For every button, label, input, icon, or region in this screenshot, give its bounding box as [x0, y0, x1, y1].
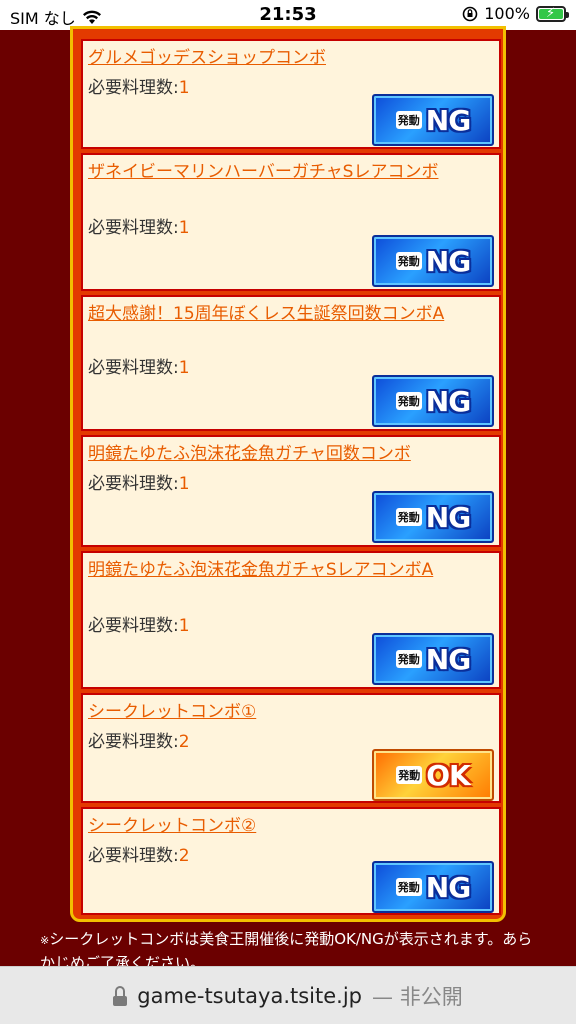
required-dishes: 必要料理数:1	[88, 78, 190, 98]
address-bar[interactable]: game-tsutaya.tsite.jp — 非公開	[0, 966, 576, 1024]
required-dishes: 必要料理数:2	[88, 732, 190, 752]
required-dishes-value: 2	[178, 732, 190, 752]
combo-card: 明鏡たゆたふ泡沫花金魚ガチャ回数コンボ 必要料理数:1 発動 NG	[81, 435, 501, 547]
combo-card: シークレットコンボ① 必要料理数:2 発動 OK	[81, 693, 501, 803]
activate-status-button[interactable]: 発動 NG	[372, 235, 494, 287]
status-label: NG	[425, 384, 471, 418]
combo-title-link[interactable]: グルメゴッデスショップコンボ	[88, 45, 498, 71]
required-dishes: 必要料理数:1	[88, 358, 190, 378]
activate-status-button[interactable]: 発動 NG	[372, 491, 494, 543]
activate-status-button[interactable]: 発動 NG	[372, 375, 494, 427]
status-label: NG	[425, 103, 471, 137]
required-dishes: 必要料理数:1	[88, 616, 190, 636]
combo-card: ザネイビーマリンハーバーガチャSレアコンボ 必要料理数:1 発動 NG	[81, 153, 501, 291]
status-label: OK	[426, 758, 470, 792]
status-label: NG	[425, 870, 471, 904]
combo-title-link[interactable]: ザネイビーマリンハーバーガチャSレアコンボ	[88, 159, 498, 185]
required-dishes: 必要料理数:1	[88, 474, 190, 494]
required-dishes: 必要料理数:1	[88, 218, 190, 238]
status-label: NG	[425, 500, 471, 534]
combo-card: 明鏡たゆたふ泡沫花金魚ガチャSレアコンボA 必要料理数:1 発動 NG	[81, 551, 501, 689]
url-privacy-label: — 非公開	[372, 984, 463, 1009]
status-right: 100% ⚡	[462, 4, 569, 23]
combo-title-link[interactable]: シークレットコンボ②	[88, 813, 498, 839]
combo-card: シークレットコンボ② 必要料理数:2 発動 NG	[81, 807, 501, 915]
required-dishes-value: 1	[178, 218, 190, 238]
lock-icon	[113, 985, 128, 1006]
combo-card: グルメゴッデスショップコンボ 必要料理数:1 発動 NG	[81, 39, 501, 149]
required-dishes-value: 1	[178, 616, 190, 636]
required-dishes-value: 2	[178, 846, 190, 866]
combo-list: グルメゴッデスショップコンボ 必要料理数:1 発動 NG ザネイビーマリンハーバー…	[70, 26, 506, 922]
required-dishes: 必要料理数:2	[88, 846, 190, 866]
orientation-lock-icon	[462, 6, 478, 21]
combo-title-link[interactable]: 明鏡たゆたふ泡沫花金魚ガチャSレアコンボA	[88, 557, 498, 583]
combo-card: 超大感謝！15周年ぼくレス生誕祭回数コンボA 必要料理数:1 発動 NG	[81, 295, 501, 431]
activate-status-button[interactable]: 発動 OK	[372, 749, 494, 801]
status-label: NG	[425, 642, 471, 676]
required-dishes-value: 1	[178, 78, 190, 98]
footnote-mark: ※	[40, 934, 50, 947]
combo-title-link[interactable]: 明鏡たゆたふ泡沫花金魚ガチャ回数コンボ	[88, 441, 498, 467]
required-dishes-value: 1	[178, 474, 190, 494]
url-text[interactable]: game-tsutaya.tsite.jp	[137, 984, 362, 1008]
battery-icon: ⚡	[536, 5, 569, 22]
required-dishes-value: 1	[178, 358, 190, 378]
activate-status-button[interactable]: 発動 NG	[372, 94, 494, 146]
combo-title-link[interactable]: 超大感謝！15周年ぼくレス生誕祭回数コンボA	[88, 301, 498, 327]
combo-title-link[interactable]: シークレットコンボ①	[88, 699, 498, 725]
status-label: NG	[425, 244, 471, 278]
battery-percent: 100%	[484, 4, 530, 23]
activate-status-button[interactable]: 発動 NG	[372, 861, 494, 913]
activate-status-button[interactable]: 発動 NG	[372, 633, 494, 685]
